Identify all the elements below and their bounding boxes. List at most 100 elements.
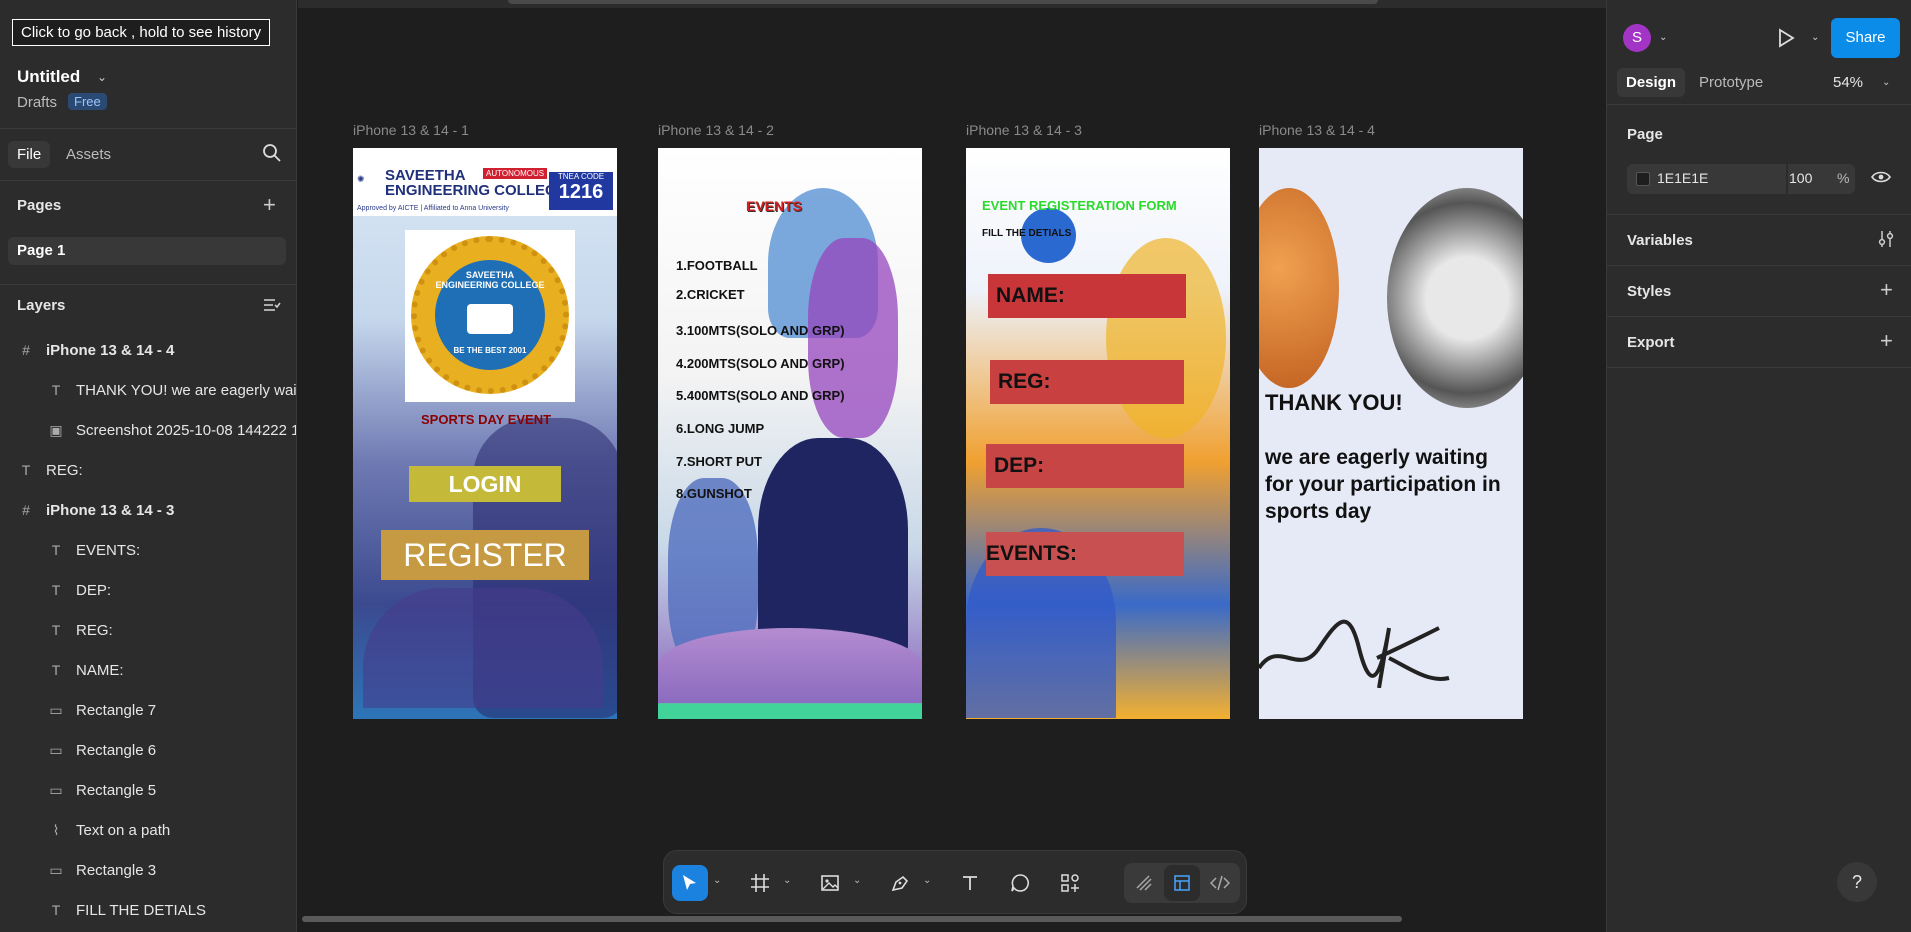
tab-assets[interactable]: Assets <box>66 146 111 163</box>
top-scrollbar[interactable] <box>508 0 1378 4</box>
add-page-icon[interactable]: + <box>263 194 276 216</box>
frame-label[interactable]: iPhone 13 & 14 - 3 <box>966 122 1082 138</box>
canvas[interactable]: iPhone 13 & 14 - 1 iPhone 13 & 14 - 2 iP… <box>298 8 1606 932</box>
layer-item-path[interactable]: ⌇ Text on a path <box>0 816 296 846</box>
tab-prototype[interactable]: Prototype <box>1699 74 1763 91</box>
login-button[interactable]: LOGIN <box>409 466 561 502</box>
left-panel: Untitled ⌄ Drafts Free File Assets Pages… <box>0 0 297 932</box>
layer-item-text[interactable]: T NAME: <box>0 656 296 686</box>
layer-item-text[interactable]: T EVENTS: <box>0 536 296 566</box>
tnea-code: 1216 <box>558 181 604 203</box>
layer-item-rect[interactable]: ▭ Rectangle 7 <box>0 696 296 726</box>
chevron-down-icon[interactable]: ⌄ <box>97 70 107 84</box>
layer-label: Rectangle 6 <box>76 742 157 759</box>
pen-tool-button[interactable] <box>882 865 918 901</box>
page-item[interactable]: Page 1 <box>8 237 286 265</box>
image-icon: ▣ <box>49 422 63 438</box>
eye-icon[interactable] <box>1871 170 1891 189</box>
layer-item-text[interactable]: T THANK YOU! we are eagerly waiting for y… <box>0 376 296 406</box>
chevron-down-icon[interactable]: ⌄ <box>783 875 791 886</box>
present-button[interactable] <box>1775 27 1797 54</box>
phone-frame-2[interactable]: EVENTS 1.FOOTBALL 2.CRICKET 3.100MTS(SOL… <box>658 148 922 719</box>
event-item: 5.400MTS(SOLO AND GRP) <box>676 388 845 403</box>
pen-icon <box>891 875 909 892</box>
help-button[interactable]: ? <box>1837 862 1877 902</box>
text-icon: T <box>51 382 61 398</box>
divider <box>0 180 297 181</box>
search-icon[interactable] <box>262 143 284 165</box>
file-location[interactable]: Drafts <box>17 94 57 111</box>
layer-label: Text on a path <box>76 822 171 839</box>
dev-mode-button[interactable] <box>1202 865 1238 901</box>
fill-opacity-value[interactable]: 100 <box>1789 170 1812 186</box>
layers-list-icon[interactable] <box>263 297 281 318</box>
design-mode-button[interactable] <box>1164 865 1200 901</box>
image-tool-button[interactable] <box>812 865 848 901</box>
share-button[interactable]: Share <box>1831 18 1900 58</box>
events-field[interactable]: EVENTS: <box>986 532 1184 576</box>
layer-item-rect[interactable]: ▭ Rectangle 3 <box>0 856 296 886</box>
layer-item-text[interactable]: T FILL THE DETIALS <box>0 896 296 926</box>
ground-illustration <box>658 628 922 703</box>
chevron-down-icon[interactable]: ⌄ <box>1811 32 1819 43</box>
phone-frame-3[interactable]: EVENT REGISTERATION FORM FILL THE DETIAL… <box>966 148 1230 719</box>
reg-field[interactable]: REG: <box>990 360 1184 404</box>
layer-item-text[interactable]: T REG: <box>0 616 296 646</box>
register-button[interactable]: REGISTER <box>381 530 589 580</box>
page-fill-input[interactable]: 1E1E1E 100 % <box>1627 164 1855 194</box>
frame-label[interactable]: iPhone 13 & 14 - 4 <box>1259 122 1375 138</box>
fill-hex-value[interactable]: 1E1E1E <box>1657 170 1708 186</box>
image-icon <box>821 875 839 891</box>
layer-label: FILL THE DETIALS <box>76 902 207 919</box>
book-icon <box>467 304 513 334</box>
frame-label[interactable]: iPhone 13 & 14 - 1 <box>353 122 469 138</box>
dep-field[interactable]: DEP: <box>986 444 1184 488</box>
divider <box>1607 367 1911 368</box>
draw-icon <box>1136 875 1152 891</box>
page-item-label: Page 1 <box>17 242 66 259</box>
tab-file[interactable]: File <box>8 141 51 168</box>
layer-label: Screenshot 2025-10-08 144222 1 <box>76 422 296 439</box>
text-path-icon: ⌇ <box>52 822 60 838</box>
frame-label[interactable]: iPhone 13 & 14 - 2 <box>658 122 774 138</box>
add-export-icon[interactable]: + <box>1880 330 1893 352</box>
chevron-down-icon[interactable]: ⌄ <box>1882 77 1890 88</box>
text-tool-button[interactable] <box>952 865 988 901</box>
sliders-icon[interactable] <box>1877 230 1895 253</box>
draw-mode-button[interactable] <box>1126 865 1162 901</box>
actions-tool-button[interactable] <box>1052 865 1088 901</box>
chevron-down-icon[interactable]: ⌄ <box>923 875 931 886</box>
horizontal-scrollbar[interactable] <box>302 916 1402 922</box>
chevron-down-icon[interactable]: ⌄ <box>713 875 721 886</box>
chevron-down-icon[interactable]: ⌄ <box>853 875 861 886</box>
file-title[interactable]: Untitled <box>17 67 80 87</box>
layer-label: Rectangle 7 <box>76 702 157 719</box>
layer-item-text[interactable]: T DEP: <box>0 576 296 606</box>
thank-you-heading: THANK YOU! <box>1265 390 1403 415</box>
layer-item-image[interactable]: ▣ Screenshot 2025-10-08 144222 1 <box>0 416 296 446</box>
layer-item-rect[interactable]: ▭ Rectangle 5 <box>0 776 296 806</box>
divider <box>1607 316 1911 317</box>
layer-item-rect[interactable]: ▭ Rectangle 6 <box>0 736 296 766</box>
layer-item-text[interactable]: T REG: <box>0 456 296 486</box>
name-field[interactable]: NAME: <box>988 274 1186 318</box>
event-item: 8.GUNSHOT <box>676 486 752 501</box>
color-swatch[interactable] <box>1636 172 1650 186</box>
comment-tool-button[interactable] <box>1002 865 1038 901</box>
move-tool-button[interactable] <box>672 865 708 901</box>
opacity-unit: % <box>1837 170 1850 186</box>
layer-label: THANK YOU! we are eagerly waiting for yo… <box>76 382 296 399</box>
tab-design[interactable]: Design <box>1617 68 1686 97</box>
sports-day-title: SPORTS DAY EVENT <box>421 412 552 427</box>
layer-item-frame[interactable]: # iPhone 13 & 14 - 4 <box>0 336 296 366</box>
phone-frame-1[interactable]: ✺ SAVEETHA ENGINEERING COLLEGE AUTONOMOU… <box>353 148 617 719</box>
divider <box>1607 214 1911 215</box>
layer-item-frame[interactable]: # iPhone 13 & 14 - 3 <box>0 496 296 526</box>
phone-frame-4[interactable]: THANK YOU! we are eagerly waiting for yo… <box>1259 148 1523 719</box>
frame-tool-button[interactable] <box>742 865 778 901</box>
event-item: 1.FOOTBALL <box>676 258 758 273</box>
zoom-level[interactable]: 54% <box>1833 74 1863 91</box>
avatar[interactable]: S <box>1623 24 1651 52</box>
add-style-icon[interactable]: + <box>1880 279 1893 301</box>
chevron-down-icon[interactable]: ⌄ <box>1659 32 1667 43</box>
